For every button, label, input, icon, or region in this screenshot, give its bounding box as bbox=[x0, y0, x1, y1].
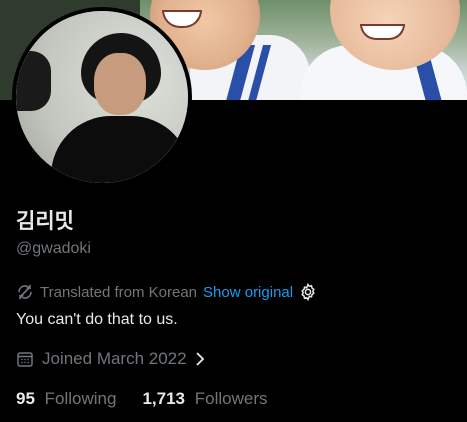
followers-count: 1,713 bbox=[142, 389, 186, 408]
chevron-right-icon bbox=[193, 351, 207, 367]
avatar-dark-object bbox=[16, 51, 51, 111]
user-handle: @gwadoki bbox=[16, 240, 91, 257]
translation-row: Translated from Korean Show original bbox=[16, 282, 317, 302]
calendar-icon bbox=[16, 350, 34, 368]
followers-link[interactable]: 1,713 Followers bbox=[142, 389, 267, 409]
avatar-face bbox=[94, 53, 146, 115]
profile-bio: You can't do that to us. bbox=[16, 311, 178, 328]
gear-icon[interactable] bbox=[299, 283, 317, 301]
follow-stats: 95 Following 1,713 Followers bbox=[16, 389, 294, 409]
following-link[interactable]: 95 Following bbox=[16, 389, 116, 409]
profile-avatar[interactable] bbox=[12, 7, 192, 187]
followers-label: Followers bbox=[194, 389, 268, 408]
display-name: 김리밋 bbox=[16, 210, 74, 233]
following-count: 95 bbox=[16, 389, 35, 408]
joined-date-row[interactable]: Joined March 2022 bbox=[16, 348, 207, 370]
show-original-link[interactable]: Show original bbox=[203, 284, 293, 301]
translate-icon bbox=[16, 283, 34, 301]
translation-note: Translated from Korean bbox=[40, 283, 198, 301]
following-label: Following bbox=[44, 389, 117, 408]
joined-date: Joined March 2022 bbox=[42, 349, 187, 368]
